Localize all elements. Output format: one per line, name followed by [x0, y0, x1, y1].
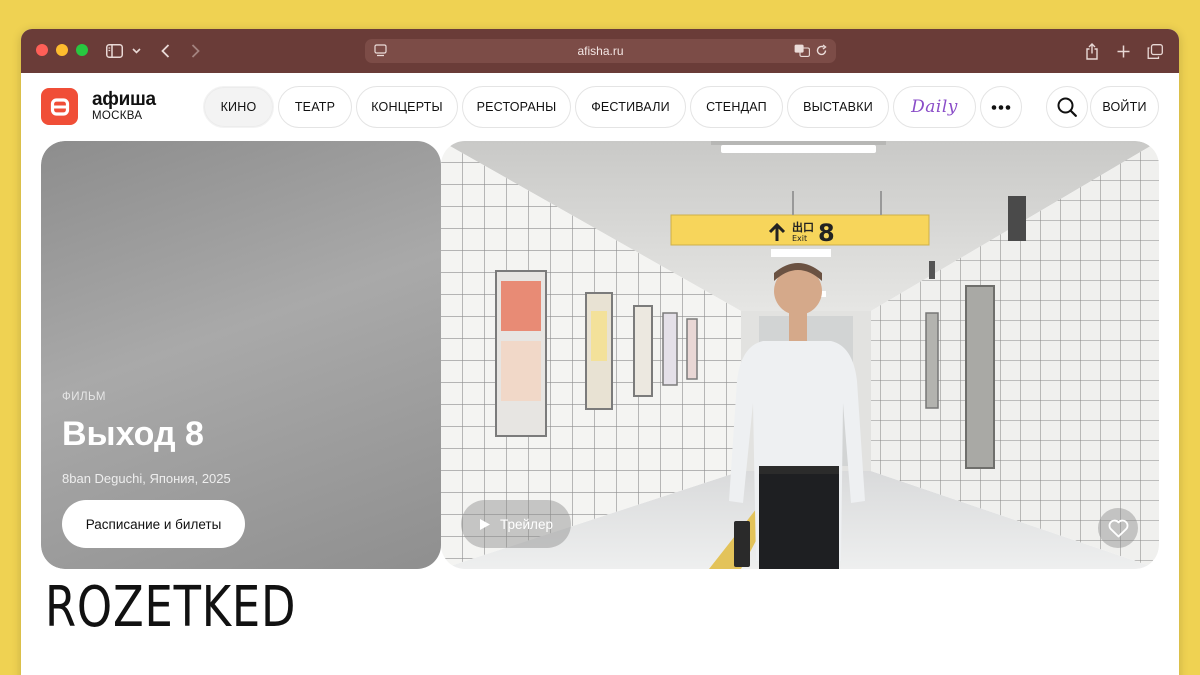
more-menu-button[interactable]	[980, 86, 1022, 128]
tab-overview-icon[interactable]	[1145, 40, 1165, 62]
film-meta: 8ban Deguchi, Япония, 2025	[62, 471, 231, 486]
afisha-logo[interactable]	[41, 88, 78, 125]
sign-text: 出口	[792, 220, 814, 234]
daily-label: Daily	[911, 97, 958, 117]
play-icon	[480, 518, 491, 530]
site-logo-name[interactable]: афиша	[92, 89, 156, 111]
trailer-label: Трейлер	[500, 516, 553, 532]
nav-item-festivals[interactable]: ФЕСТИВАЛИ	[575, 86, 686, 128]
login-button[interactable]: ВОЙТИ	[1090, 86, 1159, 128]
share-icon[interactable]	[1082, 40, 1102, 62]
url-text: afisha.ru	[577, 44, 624, 58]
logo-letter-icon	[50, 97, 69, 116]
address-bar[interactable]: afisha.ru	[365, 39, 836, 63]
hero-banner: 出口 Exit 8 Трейлер ФИЛЬМ Выход 8 8ban Deg…	[41, 141, 1159, 569]
schedule-tickets-button[interactable]: Расписание и билеты	[62, 500, 245, 548]
nav-item-restaurants[interactable]: РЕСТОРАНЫ	[462, 86, 571, 128]
search-button[interactable]	[1046, 86, 1088, 128]
sidebar-toggle-icon[interactable]	[103, 40, 125, 62]
reload-icon[interactable]	[815, 44, 828, 60]
translate-icon[interactable]	[794, 44, 810, 60]
favorite-button[interactable]	[1098, 508, 1138, 548]
chevron-down-icon[interactable]	[129, 40, 143, 62]
close-window-button[interactable]	[36, 44, 48, 56]
trailer-button[interactable]: Трейлер	[461, 500, 571, 548]
hero-info-panel: ФИЛЬМ Выход 8 8ban Deguchi, Япония, 2025…	[41, 141, 441, 569]
hero-image: 出口 Exit 8 Трейлер	[441, 141, 1159, 569]
content-type-label: ФИЛЬМ	[62, 391, 106, 403]
forward-icon[interactable]	[187, 40, 203, 62]
nav-item-standup[interactable]: СТЕНДАП	[690, 86, 783, 128]
window-controls	[36, 44, 88, 56]
search-icon	[1057, 97, 1077, 117]
city-selector[interactable]: МОСКВА	[92, 110, 142, 122]
nav-item-concerts[interactable]: КОНЦЕРТЫ	[356, 86, 458, 128]
sign-exit: Exit	[792, 234, 807, 243]
site-header: афиша МОСКВА КИНО ТЕАТР КОНЦЕРТЫ РЕСТОРА…	[21, 73, 1179, 141]
maximize-window-button[interactable]	[76, 44, 88, 56]
heart-icon	[1108, 519, 1128, 537]
browser-titlebar: afisha.ru	[21, 29, 1179, 73]
watermark: ROZETKED	[45, 575, 297, 640]
more-dots-icon	[991, 104, 1011, 110]
sign-number: 8	[818, 219, 835, 247]
minimize-window-button[interactable]	[56, 44, 68, 56]
nav-item-daily[interactable]: Daily	[893, 86, 976, 128]
nav-item-exhibitions[interactable]: ВЫСТАВКИ	[787, 86, 889, 128]
new-tab-icon[interactable]	[1113, 40, 1133, 62]
nav-item-theatre[interactable]: ТЕАТР	[278, 86, 352, 128]
film-title[interactable]: Выход 8	[62, 415, 204, 454]
page-settings-icon[interactable]	[374, 44, 387, 60]
back-icon[interactable]	[157, 40, 173, 62]
nav-item-kino[interactable]: КИНО	[203, 86, 274, 128]
